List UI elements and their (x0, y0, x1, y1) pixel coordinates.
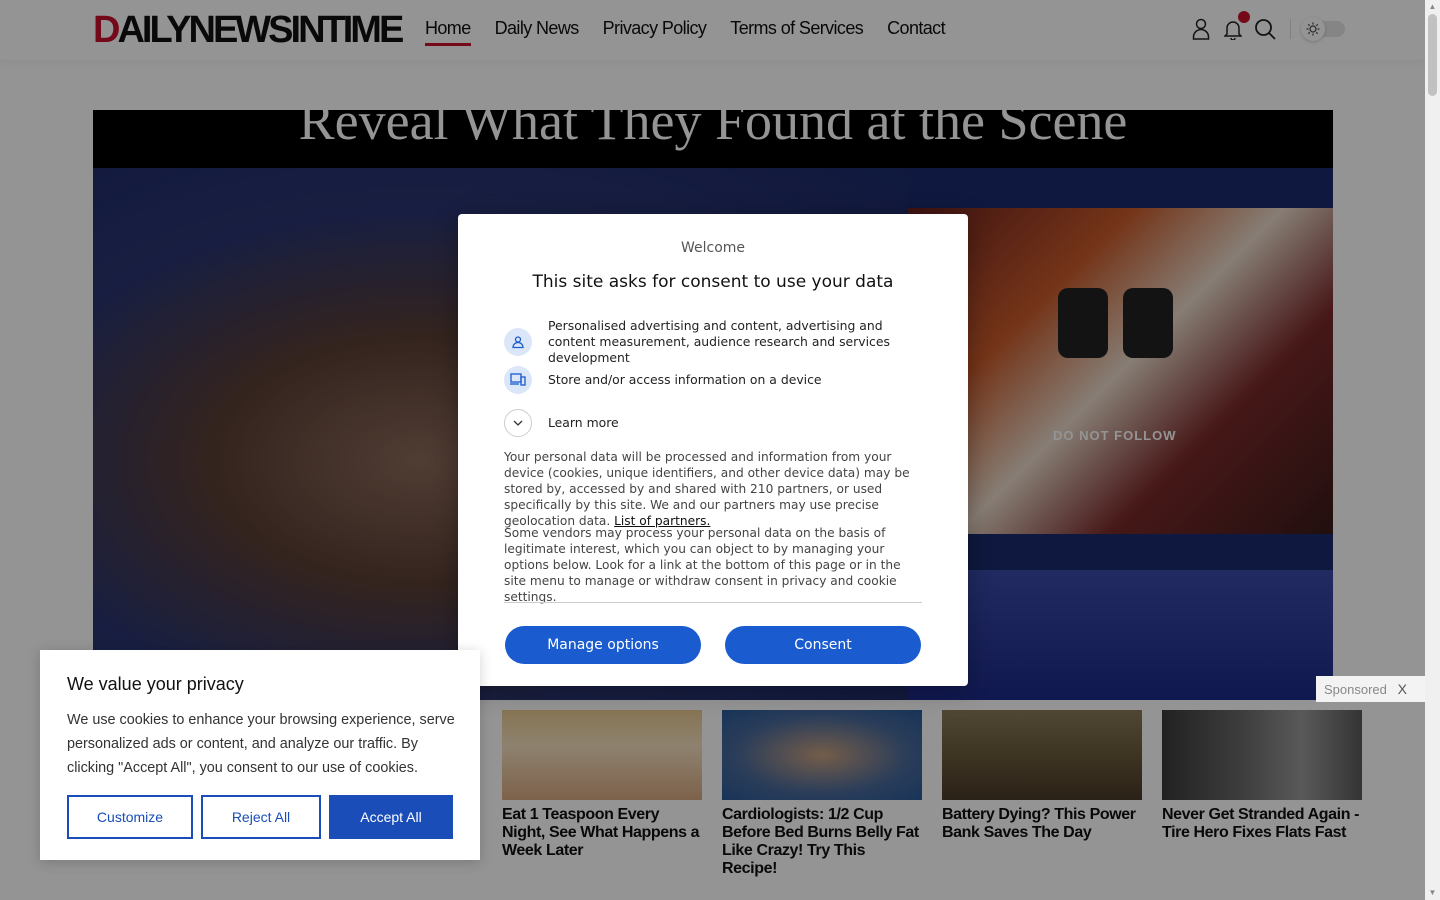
accept-all-button[interactable]: Accept All (329, 795, 453, 839)
consent-divider (504, 602, 922, 603)
sponsored-text: Sponsored (1324, 681, 1387, 697)
learn-more-toggle[interactable]: Learn more (504, 409, 924, 437)
consent-purpose-storage: Store and/or access information on a dev… (504, 366, 924, 394)
consent-paragraph-2: Some vendors may process your personal d… (504, 526, 901, 604)
consent-purpose-text: Personalised advertising and content, ad… (548, 318, 890, 365)
consent-dialog: Welcome This site asks for consent to us… (458, 214, 968, 686)
chevron-down-icon[interactable] (504, 409, 532, 437)
consent-purpose-personalised: Personalised advertising and content, ad… (504, 318, 924, 366)
cookie-title: We value your privacy (67, 674, 244, 694)
scroll-up-icon[interactable]: ▲ (1428, 2, 1437, 12)
learn-more-label[interactable]: Learn more (548, 415, 619, 431)
customize-button[interactable]: Customize (67, 795, 193, 839)
cookie-text: We use cookies to enhance your browsing … (67, 712, 455, 776)
person-icon (504, 328, 532, 356)
cookie-banner: We value your privacy We use cookies to … (40, 650, 480, 860)
consent-title: This site asks for consent to use your d… (532, 272, 894, 292)
devices-icon (504, 366, 532, 394)
scrollbar-thumb[interactable] (1428, 14, 1437, 96)
consent-welcome: Welcome (680, 240, 746, 256)
consent-paragraph-1: Your personal data will be processed and… (504, 449, 922, 529)
consent-purpose-text: Store and/or access information on a dev… (548, 372, 822, 387)
manage-options-button[interactable]: Manage options (505, 626, 701, 664)
sponsored-label: Sponsored X (1316, 676, 1425, 702)
consent-button[interactable]: Consent (725, 626, 921, 664)
scroll-down-icon[interactable]: ▼ (1428, 888, 1437, 898)
sponsored-close-button[interactable]: X (1398, 681, 1407, 697)
reject-all-button[interactable]: Reject All (201, 795, 321, 839)
page-scrollbar[interactable]: ▲ ▼ (1425, 0, 1440, 900)
